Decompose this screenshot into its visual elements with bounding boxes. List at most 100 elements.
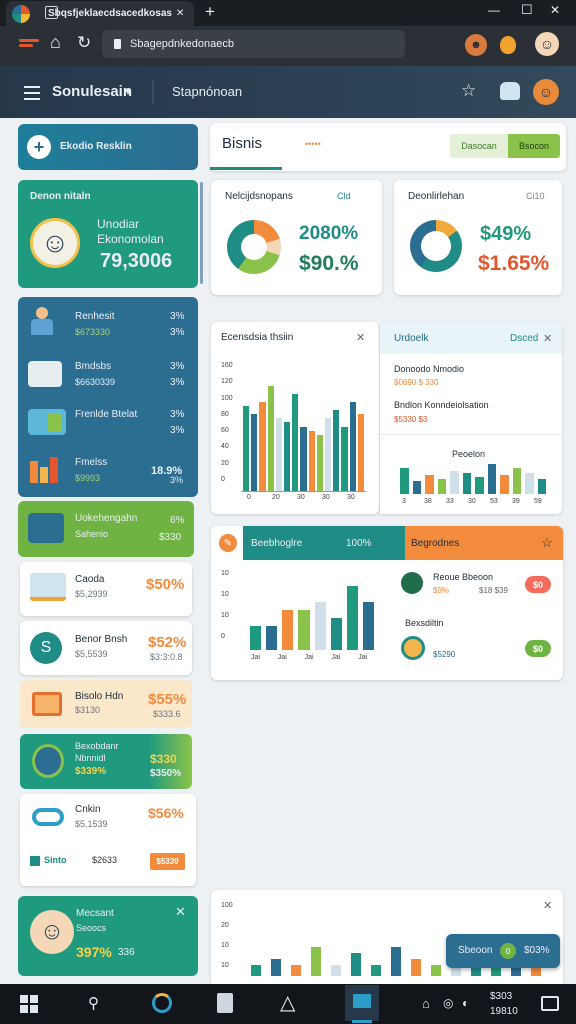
browser-tab[interactable]: Sbqsfjeklaecdsacedkosas ✕ (6, 1, 194, 26)
tick-label: 10 (221, 591, 229, 598)
cloud-icon[interactable] (500, 82, 520, 100)
team-icon (32, 744, 64, 778)
profile-card[interactable]: Denon nitaln ☺ Unodiar Ekonomolan 79,300… (18, 180, 198, 288)
notification-bell-icon[interactable] (500, 36, 516, 54)
toast-value: $03% (524, 945, 550, 956)
sidebar-card[interactable]: Cnkin $5,1539 $56% Sinto $2633 $5339 (20, 794, 196, 886)
kpi-title: Nelcijdsnopans (225, 191, 293, 202)
sidebar-card-pct: $52% (148, 634, 187, 651)
window-maximize-button[interactable]: ☐ (521, 2, 533, 18)
clock-date[interactable]: 19810 (490, 1006, 518, 1017)
hamburger-icon[interactable] (24, 86, 40, 100)
panel-row-label: Bndlon Konndeiolsation (394, 400, 489, 410)
kpi-card-2[interactable]: Deonlirlehan Ci10 $49% $1.65% (394, 180, 562, 295)
tick-label: Jai (277, 654, 287, 661)
footer-row-button[interactable]: $5339 (150, 853, 185, 870)
active-app-indicator (352, 1020, 372, 1023)
chevron-down-icon[interactable]: ▾ (125, 84, 131, 98)
sidebar-top-button[interactable]: + Ekodio Resklin (18, 124, 198, 170)
window-minimize-button[interactable]: — (488, 3, 500, 17)
search-icon[interactable]: ⚲ (88, 994, 99, 1012)
toast[interactable]: Sbeoon 0 $03% (446, 934, 560, 968)
account-avatar-icon[interactable]: ☺ (533, 79, 559, 105)
main-tab-title[interactable]: Bisnis (222, 135, 262, 152)
chart-bar (346, 586, 358, 650)
y-axis: 160 120 100 80 60 40 20 0 (221, 362, 241, 492)
profile-name: Unodiar (97, 217, 140, 231)
sidebar-item-label: Uokehengahn (75, 513, 138, 524)
sidebar-item-label: Fmelss (75, 457, 108, 468)
kpi-card-1[interactable]: Nelcijdsnopans Cld 2080% $90.% (211, 180, 382, 295)
url-bar[interactable]: Sbagepdnkedonaecb (102, 30, 405, 58)
new-tab-button[interactable]: + (205, 2, 215, 22)
tab-close-icon[interactable]: ✕ (176, 8, 184, 19)
notifications-icon[interactable] (541, 996, 559, 1011)
sidebar-card-teal[interactable]: Bexobdanr Nbnnidl $339% $330 $350% (20, 734, 192, 789)
sidebar-card[interactable]: Caoda $5,2939 $50% (20, 562, 192, 616)
kpi-value-1: 2080% (299, 223, 359, 244)
profile-amount: 79,3006 (100, 250, 173, 272)
browser-taskbar-icon[interactable] (152, 993, 172, 1013)
sidebar-card-pct2: $333.6 (153, 709, 181, 719)
sidebar-scrollbar[interactable] (200, 182, 203, 284)
list-item-badge[interactable]: $0 (525, 640, 551, 657)
tick-label: Jai (331, 654, 341, 661)
list-item-name: Bexsdiltin (405, 618, 444, 628)
tick-label: 3 (402, 498, 406, 505)
chart-bar (357, 414, 364, 491)
panel-link[interactable]: Dsced (510, 333, 538, 344)
profile-role: Ekonomolan (97, 232, 164, 246)
kpi-value-1: $49% (480, 223, 532, 245)
active-app-highlight[interactable] (345, 985, 379, 1021)
user-avatar-icon[interactable]: ☻ (465, 34, 487, 56)
tick-label: 80 (221, 410, 229, 418)
network-icon[interactable]: ◎ (443, 996, 453, 1010)
profile-avatar-icon[interactable]: ☺ (535, 32, 559, 56)
filter-button-1[interactable]: Dasocan (450, 134, 508, 158)
triangle-taskbar-icon[interactable]: △ (280, 990, 295, 1015)
clock-time[interactable]: $303 (490, 991, 512, 1002)
sidebar-bottom-card[interactable]: ☺ Mecsant Seoocs 397% 336 ✕ (18, 896, 198, 976)
chart-bar (500, 474, 509, 494)
bottom-card-value: 397% (76, 944, 112, 960)
kpi-value-2: $1.65% (478, 252, 550, 275)
close-icon[interactable]: ✕ (356, 331, 365, 344)
volume-icon[interactable]: ◐ (462, 996, 469, 1010)
chart-bar (292, 394, 299, 491)
reload-icon[interactable]: ↻ (77, 33, 91, 53)
sidebar-green-item[interactable]: Uokehengahn Sahenio 6% $330 (18, 501, 194, 557)
buildings-icon (30, 457, 58, 483)
item-icon (401, 572, 423, 594)
list-item-badge[interactable]: $0 (525, 576, 551, 593)
window-close-button[interactable]: ✕ (550, 3, 560, 17)
header-subtitle[interactable]: Stapnónoan (172, 84, 242, 99)
app-title[interactable]: Sonulesain (52, 83, 132, 100)
files-taskbar-icon[interactable] (217, 993, 233, 1013)
tick-label: 60 (221, 427, 229, 434)
sidebar-card-value: $5,2939 (75, 589, 108, 599)
chart-board-icon (30, 573, 66, 601)
home-tray-icon[interactable]: ⌂ (422, 996, 430, 1011)
home-icon[interactable]: ⌂ (50, 32, 61, 53)
star-icon[interactable]: ☆ (461, 81, 476, 101)
list-item-value: $9% (433, 586, 450, 595)
sidebar-item-pct: 3% (170, 361, 185, 372)
close-icon[interactable]: ✕ (175, 904, 186, 920)
start-menu-icon[interactable] (20, 995, 38, 1013)
star-icon[interactable]: ☆ (541, 535, 553, 551)
tick-label: 40 (221, 443, 229, 451)
sidebar-item-sub: Sahenio (75, 529, 109, 539)
sidebar-card-highlight[interactable]: Bisolo Hdn $3130 $55% $333.6 (20, 680, 192, 728)
chart-bar (316, 434, 323, 491)
sidebar-card-pct: $330 (150, 752, 177, 766)
sidebar-card[interactable]: S Benor Bnsh $5,5539 $52% $3:3:0.8 (20, 621, 192, 675)
close-icon[interactable]: ✕ (543, 332, 552, 345)
tick-label: Jai (251, 654, 260, 661)
tick-label: 0 (247, 494, 251, 501)
tick-label: 10 (221, 612, 229, 619)
close-icon[interactable]: ✕ (543, 899, 552, 912)
tick-label: 0 (221, 633, 225, 640)
pen-icon[interactable]: ✎ (219, 534, 237, 552)
tick-label: 20 (221, 459, 229, 467)
filter-button-2[interactable]: Bsocon (508, 134, 560, 158)
